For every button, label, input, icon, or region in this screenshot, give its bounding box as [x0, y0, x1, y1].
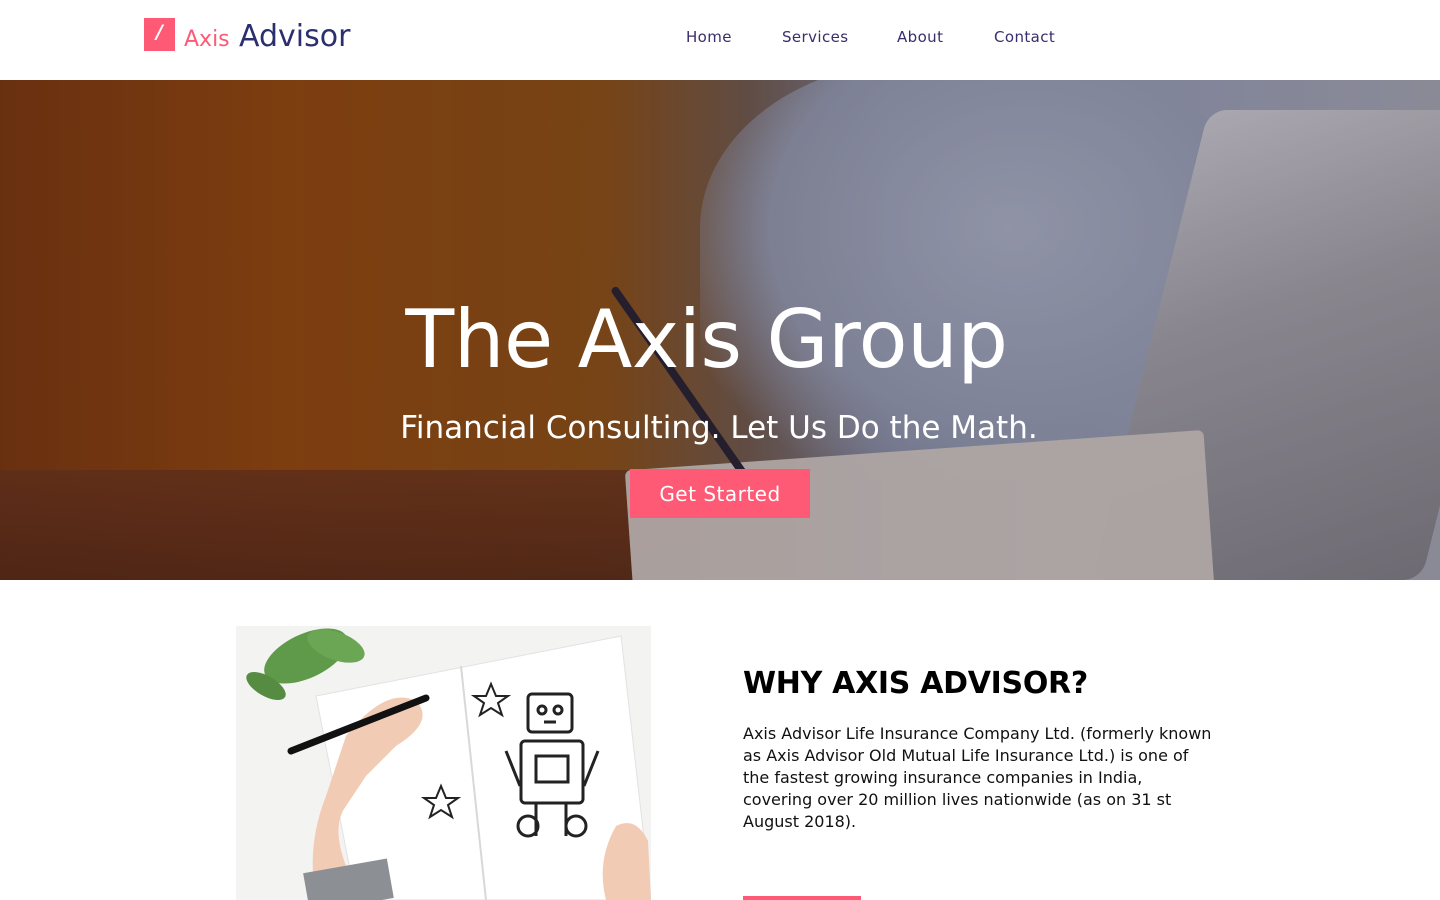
- nav-link-about[interactable]: About: [897, 28, 943, 46]
- hero-subtitle: Financial Consulting. Let Us Do the Math…: [400, 410, 1038, 446]
- logo-mark-glyph: /: [156, 21, 163, 43]
- logo-mark-icon: /: [144, 18, 175, 51]
- nav-link-contact[interactable]: Contact: [994, 28, 1055, 46]
- robot-sketch-image: [236, 626, 651, 900]
- nav-link-home[interactable]: Home: [686, 28, 732, 46]
- accent-divider: [743, 896, 861, 900]
- brand-name-axis: Axis: [184, 27, 230, 52]
- brand-name-advisor: Advisor: [239, 19, 351, 54]
- hero-section: The Axis Group Financial Consulting. Let…: [0, 80, 1440, 580]
- get-started-button[interactable]: Get Started: [630, 469, 810, 518]
- hero-title: The Axis Group: [405, 293, 1008, 386]
- nav-link-services[interactable]: Services: [782, 28, 848, 46]
- why-heading: WHY AXIS ADVISOR?: [743, 666, 1088, 701]
- why-body-text: Axis Advisor Life Insurance Company Ltd.…: [743, 724, 1212, 831]
- site-header: / Axis Advisor Home Services About Conta…: [0, 0, 1440, 80]
